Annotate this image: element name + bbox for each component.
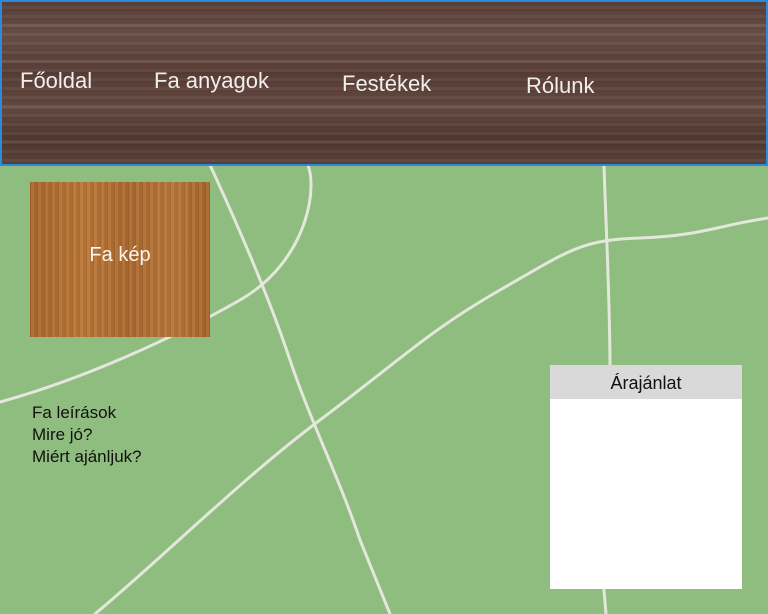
wood-image-placeholder: Fa kép [30,182,210,337]
nav-item-about-us[interactable]: Rólunk [526,73,594,99]
nav-item-wood-materials[interactable]: Fa anyagok [154,68,269,94]
description-line-why-recommend: Miért ajánljuk? [32,447,142,466]
nav-item-home[interactable]: Főoldal [20,68,92,94]
price-offer-title: Árajánlat [550,365,742,399]
nav-item-paints[interactable]: Festékek [342,71,431,97]
price-offer-panel[interactable]: Árajánlat [550,365,742,589]
wood-description-block: Fa leírások Mire jó? Miért ajánljuk? [32,402,142,468]
header-nav-bar: Főoldal Fa anyagok Festékek Rólunk [0,0,768,166]
wood-image-label: Fa kép [89,244,151,266]
description-line-wood-descriptions: Fa leírások [32,403,117,422]
description-line-what-good-for: Mire jó? [32,425,93,444]
